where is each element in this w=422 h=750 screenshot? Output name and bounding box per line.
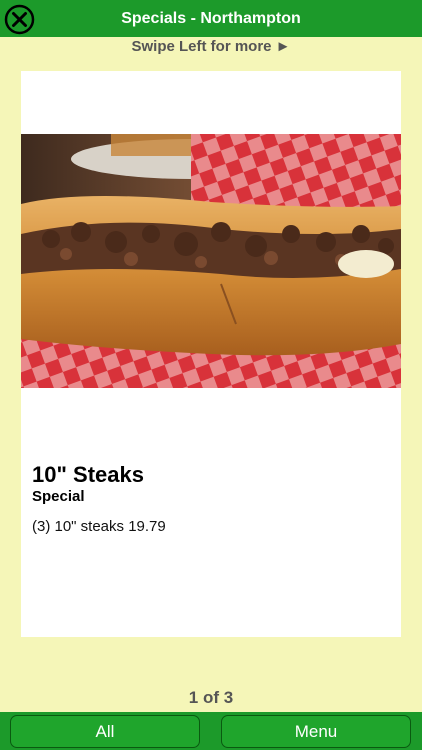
special-card[interactable]: 10" Steaks Special (3) 10" steaks 19.79 xyxy=(21,71,401,637)
cheesesteak-photo xyxy=(21,134,401,388)
close-icon[interactable] xyxy=(4,4,35,35)
page-indicator: 1 of 3 xyxy=(188,688,234,707)
header-bar: Specials - Northampton xyxy=(0,0,422,37)
item-subtitle: Special xyxy=(32,488,85,505)
all-button[interactable]: All xyxy=(10,715,200,748)
page-title: Specials - Northampton xyxy=(121,9,301,27)
swipe-hint: Swipe Left for more ► xyxy=(131,38,291,55)
item-description: (3) 10" steaks 19.79 xyxy=(32,518,166,535)
menu-button[interactable]: Menu xyxy=(221,715,411,748)
footer-bar: All Menu xyxy=(0,712,422,750)
item-title: 10" Steaks xyxy=(32,462,144,487)
